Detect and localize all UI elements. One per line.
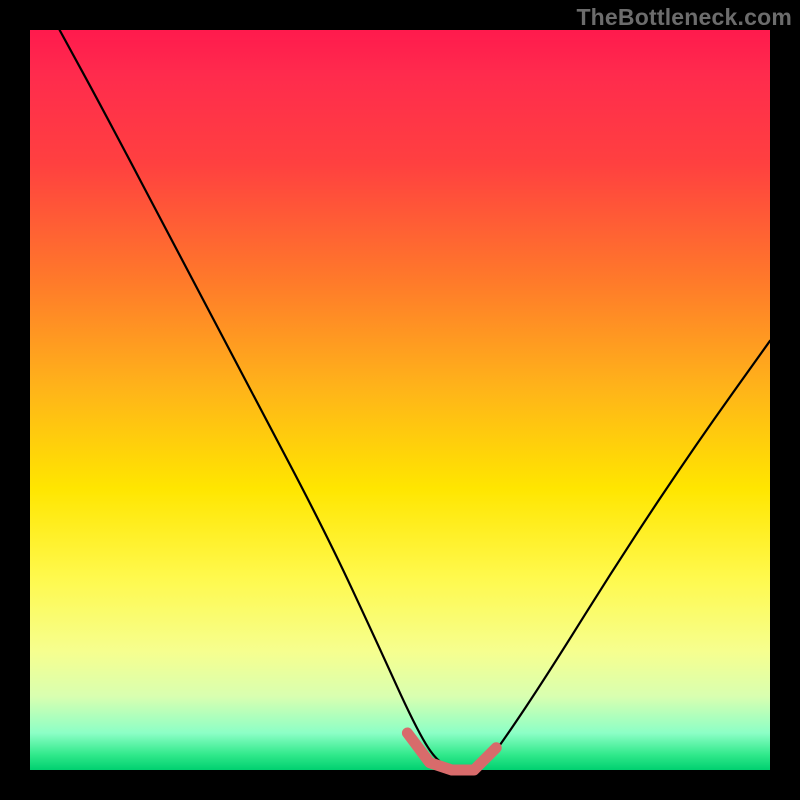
bottleneck-curve-path	[60, 30, 770, 770]
optimal-marker-path	[407, 733, 496, 770]
chart-overlay	[30, 30, 770, 770]
chart-frame: TheBottleneck.com	[0, 0, 800, 800]
watermark-text: TheBottleneck.com	[576, 4, 792, 31]
